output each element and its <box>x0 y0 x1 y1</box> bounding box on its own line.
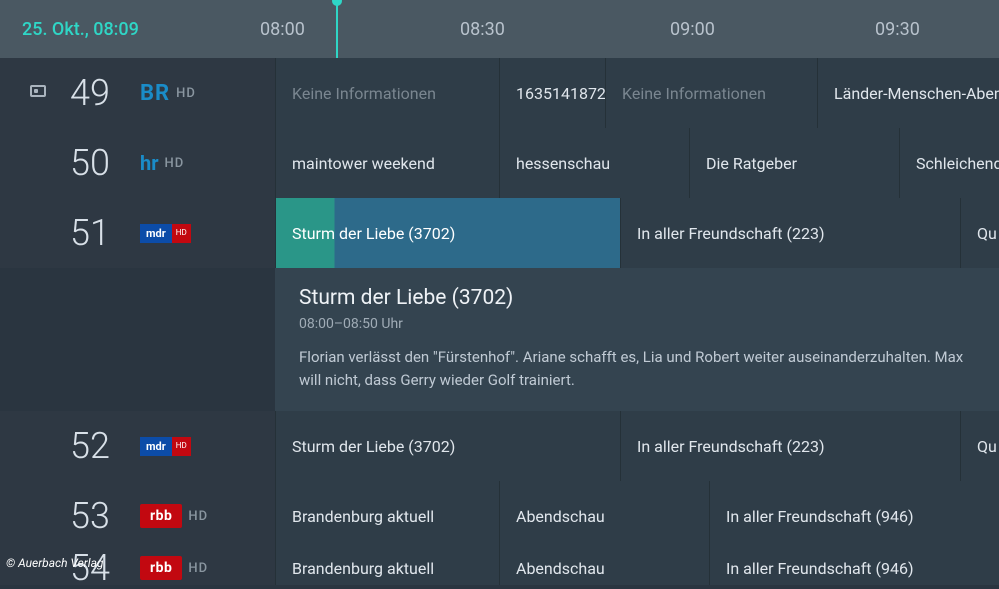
channel-row[interactable]: 49BR HD Keine Informationen1635141872…Kein… <box>0 58 999 128</box>
time-tick-2: 09:00 <box>670 19 715 40</box>
channel-number: 49 <box>50 72 140 114</box>
program-cell[interactable]: Brandenburg aktuell <box>275 481 499 551</box>
time-tick-3: 09:30 <box>875 19 920 40</box>
channel-info[interactable]: 49BR HD <box>0 58 275 128</box>
program-cell[interactable]: In aller Freundschaft (223) <box>620 411 960 481</box>
channel-logo: mdrHD <box>140 437 275 456</box>
epg-grid[interactable]: 49BR HD Keine Informationen1635141872…Kein… <box>0 58 999 585</box>
channel-logo: BR HD <box>140 81 275 106</box>
program-track: Brandenburg aktuellAbendschauIn aller Fr… <box>275 481 999 551</box>
channel-number: 53 <box>50 495 140 537</box>
hd-badge: HD <box>188 509 208 524</box>
channel-row[interactable]: 52mdrHDSturm der Liebe (3702)In aller Fr… <box>0 411 999 481</box>
program-cell[interactable]: 1635141872… <box>499 58 605 128</box>
rbb-logo-icon: rbb <box>140 556 182 580</box>
program-cell[interactable]: Abendschau <box>499 481 709 551</box>
mdr-logo-icon: mdrHD <box>140 437 191 456</box>
channel-number: 51 <box>50 212 140 254</box>
program-track: Keine Informationen1635141872…Keine Info… <box>275 58 999 128</box>
program-cell[interactable]: Qu <box>960 198 999 268</box>
program-cell[interactable]: Abendschau <box>499 551 709 585</box>
now-indicator <box>336 0 338 58</box>
channel-row[interactable]: 51mdrHDSturm der Liebe (3702)In aller Fr… <box>0 198 999 268</box>
program-cell[interactable]: Schleichendes <box>899 128 999 198</box>
program-cell[interactable]: Sturm der Liebe (3702) <box>275 198 620 268</box>
program-cell[interactable]: In aller Freundschaft (946) <box>709 481 999 551</box>
program-cell[interactable]: In aller Freundschaft (946) <box>709 551 999 585</box>
current-datetime: 25. Okt., 08:09 <box>0 19 275 40</box>
time-tick-1: 08:30 <box>460 19 505 40</box>
program-track: Brandenburg aktuellAbendschauIn aller Fr… <box>275 551 999 585</box>
rbb-logo-icon: rbb <box>140 504 182 528</box>
channel-logo: mdrHD <box>140 224 275 243</box>
channel-info[interactable]: 53rbb HD <box>0 481 275 551</box>
channel-logo: rbb HD <box>140 556 275 580</box>
detail-title: Sturm der Liebe (3702) <box>299 286 975 310</box>
channel-info[interactable]: 51mdrHD <box>0 198 275 268</box>
program-cell[interactable]: Keine Informationen <box>605 58 817 128</box>
hd-badge: HD <box>165 156 185 171</box>
copyright-label: © Auerbach Verlag <box>6 556 103 570</box>
program-cell[interactable]: Brandenburg aktuell <box>275 551 499 585</box>
program-detail-panel: Sturm der Liebe (3702) 08:00–08:50 Uhr Flo… <box>275 268 999 411</box>
mdr-logo-icon: mdrHD <box>140 224 191 243</box>
time-tick-0: 08:00 <box>260 19 305 40</box>
program-cell[interactable]: Länder-Menschen-Abenteuer <box>817 58 999 128</box>
program-cell[interactable]: Keine Informationen <box>275 58 499 128</box>
program-track: Sturm der Liebe (3702)In aller Freundsch… <box>275 198 999 268</box>
channel-logo: hr HD <box>140 151 275 175</box>
channel-info[interactable]: 52mdrHD <box>0 411 275 481</box>
br-logo-icon: BR <box>140 81 170 106</box>
program-cell[interactable]: In aller Freundschaft (223) <box>620 198 960 268</box>
program-cell[interactable]: Qu <box>960 411 999 481</box>
program-cell[interactable]: maintower weekend <box>275 128 499 198</box>
program-cell[interactable]: Die Ratgeber <box>689 128 899 198</box>
channel-logo: rbb HD <box>140 504 275 528</box>
program-track: maintower weekendhessenschauDie Ratgeber… <box>275 128 999 198</box>
channel-info[interactable]: 50hr HD <box>0 128 275 198</box>
detail-description: Florian verlässt den "Fürstenhof". Arian… <box>299 346 975 391</box>
hd-badge: HD <box>176 86 196 101</box>
tv-icon <box>0 85 50 101</box>
channel-row[interactable]: 54rbbHDBrandenburg aktuellAbendschauIn a… <box>0 551 999 585</box>
hd-badge: HD <box>188 561 208 576</box>
channel-row[interactable]: 50hr HD maintower weekendhessenschauDie Ra… <box>0 128 999 198</box>
channel-row[interactable]: 53rbb HD Brandenburg aktuellAbendschauIn a… <box>0 481 999 551</box>
hr-logo-icon: hr <box>140 151 159 175</box>
program-track: Sturm der Liebe (3702)In aller Freundsch… <box>275 411 999 481</box>
channel-number: 50 <box>50 142 140 184</box>
channel-number: 52 <box>50 425 140 467</box>
program-cell[interactable]: Sturm der Liebe (3702) <box>275 411 620 481</box>
epg-header: 25. Okt., 08:09 08:00 08:30 09:00 09:30 <box>0 0 999 58</box>
program-cell[interactable]: hessenschau <box>499 128 689 198</box>
detail-time: 08:00–08:50 Uhr <box>299 316 975 332</box>
